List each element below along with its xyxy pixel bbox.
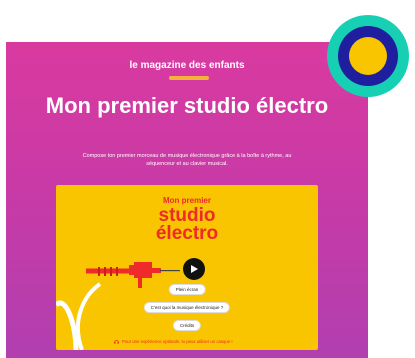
badge-ring: [338, 26, 398, 86]
game-preview-card: Mon premier studio électro Plein écran C…: [56, 185, 318, 350]
card-title-line2: électro: [155, 223, 219, 244]
page-title: Mon premier studio électro: [45, 93, 329, 118]
card-kicker: Mon premier: [162, 196, 211, 205]
card-title: studio électro: [56, 206, 318, 244]
page-background: le magazine des enfants Mon premier stud…: [6, 42, 368, 358]
play-icon: [191, 265, 198, 273]
credits-button[interactable]: Crédits: [172, 320, 202, 331]
what-is-electronic-music-button[interactable]: C'est quoi la musique électronique ?: [143, 302, 231, 313]
brand-underline: [169, 76, 209, 80]
brand-name[interactable]: le magazine des enfants: [6, 60, 368, 71]
headphones-notice-text: Pour une expérience optimale, tu peux ut…: [122, 339, 233, 344]
badge-dot: [349, 37, 387, 75]
headphones-notice: Pour une expérience optimale, tu peux ut…: [114, 339, 233, 345]
play-button[interactable]: [183, 258, 205, 280]
page-subtitle: Compose ton premier morceau de musique é…: [82, 153, 292, 167]
brand-badge-icon: [327, 15, 409, 97]
headphones-icon: [114, 340, 119, 345]
fullscreen-button[interactable]: Plein écran: [168, 284, 206, 295]
